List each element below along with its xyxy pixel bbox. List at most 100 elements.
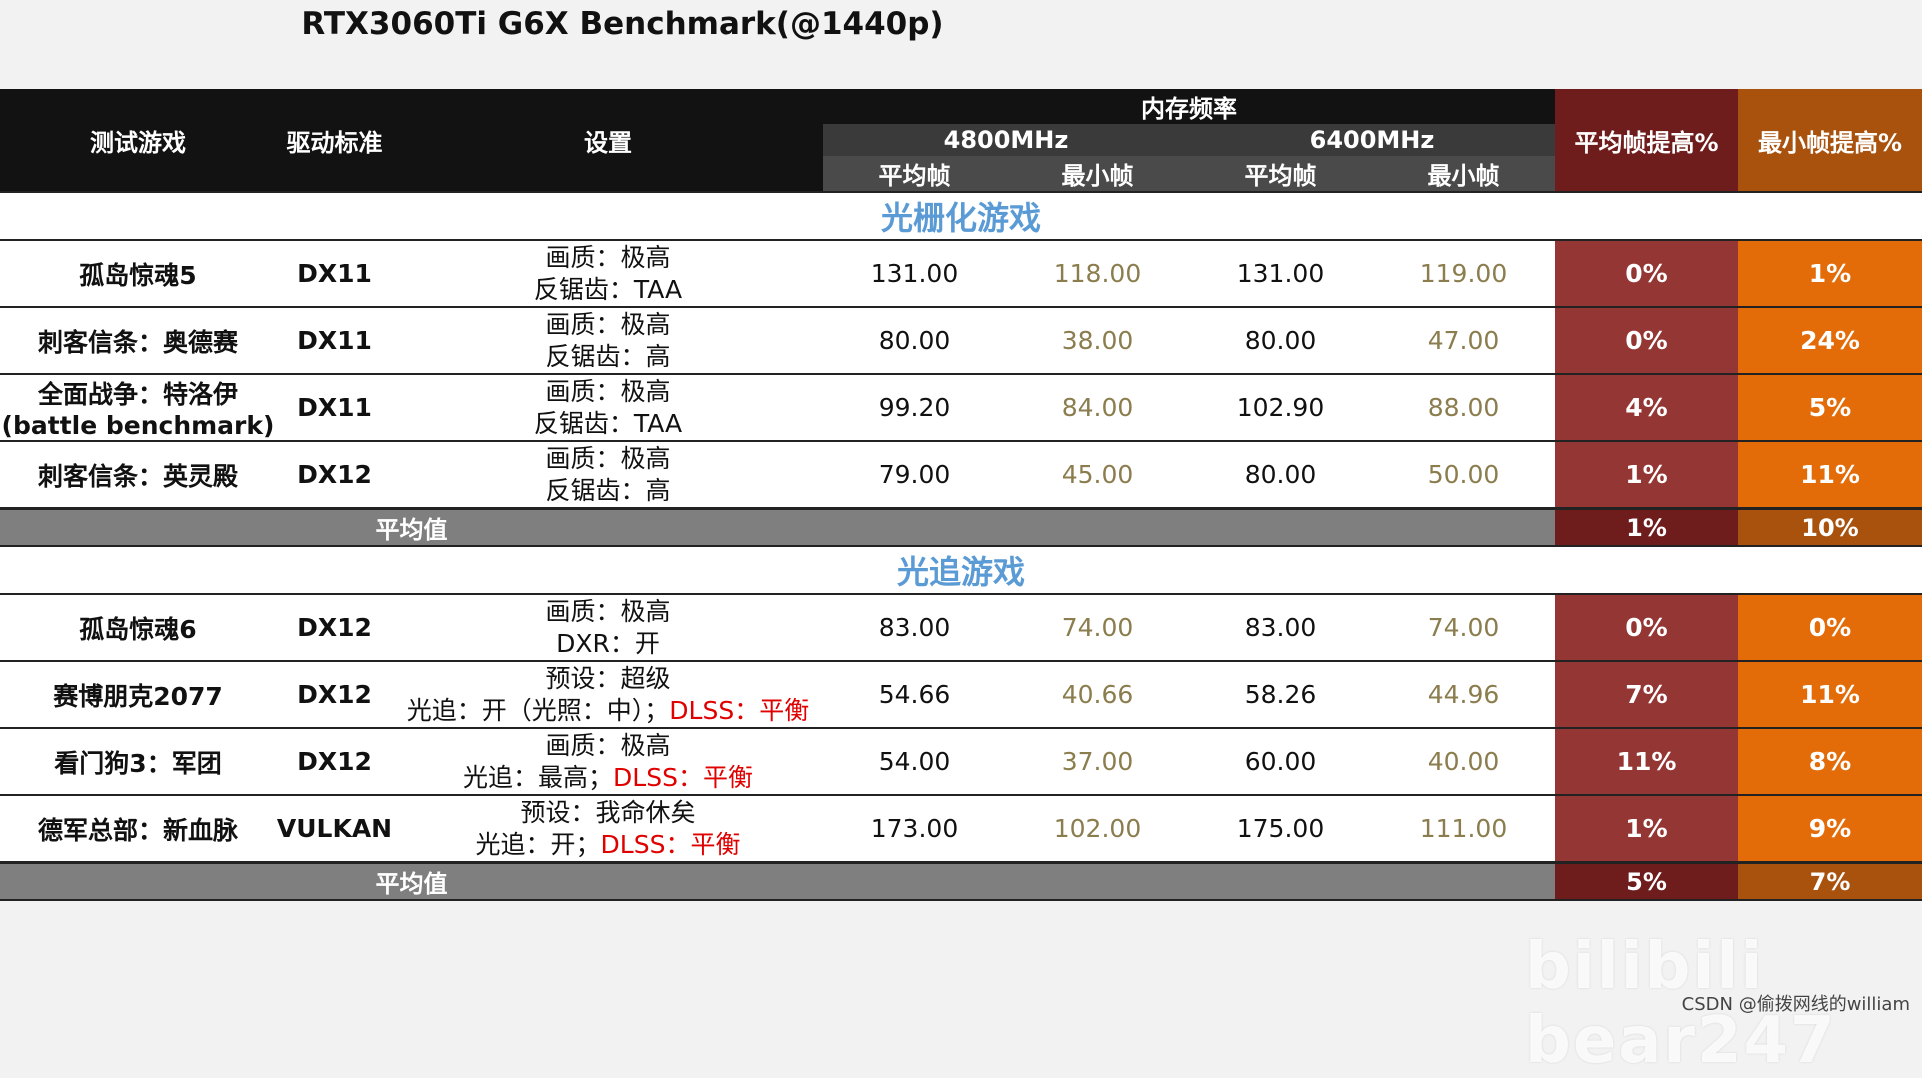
summary-avg-gain: 5% <box>1555 861 1738 901</box>
header-min-fps-4800: 最小帧 <box>1006 156 1189 192</box>
min-fps-4800: 84.00 <box>1006 373 1189 441</box>
avg-gain-cell: 11% <box>1555 727 1738 795</box>
min-fps-4800: 102.00 <box>1006 794 1189 863</box>
summary-min-gain: 7% <box>1738 861 1922 901</box>
min-fps-4800: 37.00 <box>1006 727 1189 795</box>
game-name: 全面战争：特洛伊 (battle benchmark) <box>0 373 276 441</box>
header-memory: 内存频率 <box>823 89 1555 124</box>
table-header: 测试游戏 驱动标准 设置 内存频率 平均帧提高% 最小帧提高% 4800MHz … <box>0 89 1922 192</box>
game-name: 德军总部：新血脉 <box>0 794 276 863</box>
avg-fps-6400: 102.90 <box>1189 373 1372 441</box>
setting-line-2-text: 反锯齿：高 <box>545 475 671 505</box>
summary-label-text: 平均值 <box>375 516 448 544</box>
dlss-setting: DLSS：平衡 <box>669 695 810 725</box>
min-fps-6400: 40.00 <box>1372 727 1555 795</box>
summary-row: 平均值 5% 7% <box>0 861 1922 901</box>
table-row: 赛博朋克2077 DX12 预设：超级 光追：开（光照：中）；DLSS：平衡 5… <box>0 660 1922 728</box>
avg-gain-cell: 1% <box>1555 794 1738 863</box>
min-fps-4800: 38.00 <box>1006 306 1189 374</box>
setting-line-2-text: 光追：最高； <box>463 762 614 792</box>
table-row: 刺客信条：奥德赛 DX11 画质：极高 反锯齿：高 80.00 38.00 80… <box>0 306 1922 374</box>
api-cell: DX12 <box>276 593 393 661</box>
game-name: 刺客信条：奥德赛 <box>0 306 276 374</box>
summary-blank <box>823 507 1555 547</box>
setting-line-2: 光追：开；DLSS：平衡 <box>393 829 823 861</box>
setting-line-2: 反锯齿：高 <box>393 475 823 507</box>
min-fps-6400: 88.00 <box>1372 373 1555 441</box>
game-name: 看门狗3：军团 <box>0 727 276 795</box>
settings-cell: 预设：我命休矣 光追：开；DLSS：平衡 <box>393 794 823 863</box>
avg-fps-4800: 54.66 <box>823 660 1006 728</box>
summary-blank <box>823 861 1555 901</box>
settings-cell: 画质：极高 反锯齿：TAA <box>393 239 823 307</box>
table-row: 孤岛惊魂5 DX11 画质：极高 反锯齿：TAA 131.00 118.00 1… <box>0 239 1922 307</box>
setting-line-1: 画质：极高 <box>545 309 671 339</box>
game-name-main: 赛博朋克2077 <box>53 681 223 711</box>
setting-line-2: 反锯齿：TAA <box>393 408 823 440</box>
api-cell: VULKAN <box>276 794 393 863</box>
table-row: 德军总部：新血脉 VULKAN 预设：我命休矣 光追：开；DLSS：平衡 173… <box>0 794 1922 863</box>
setting-line-2-text: 光追：开； <box>475 829 601 859</box>
avg-fps-6400: 80.00 <box>1189 440 1372 509</box>
table-row: 看门狗3：军团 DX12 画质：极高 光追：最高；DLSS：平衡 54.00 3… <box>0 727 1922 795</box>
game-name-main: 孤岛惊魂6 <box>79 614 197 644</box>
avg-fps-6400: 131.00 <box>1189 239 1372 307</box>
setting-line-2: 光追：开（光照：中）；DLSS：平衡 <box>393 695 823 727</box>
header-freq-4800: 4800MHz <box>823 124 1189 156</box>
summary-label-text: 平均值 <box>375 870 448 898</box>
min-fps-6400: 119.00 <box>1372 239 1555 307</box>
setting-line-2-text: 反锯齿：TAA <box>533 408 683 438</box>
setting-line-1: 画质：极高 <box>545 443 671 473</box>
avg-gain-cell: 0% <box>1555 239 1738 307</box>
avg-fps-4800: 131.00 <box>823 239 1006 307</box>
game-name-main: 全面战争：特洛伊 <box>37 380 238 409</box>
avg-fps-6400: 80.00 <box>1189 306 1372 374</box>
avg-fps-6400: 83.00 <box>1189 593 1372 661</box>
min-fps-6400: 44.96 <box>1372 660 1555 728</box>
header-api: 驱动标准 <box>276 89 393 192</box>
api-cell: DX11 <box>276 306 393 374</box>
table-row: 孤岛惊魂6 DX12 画质：极高 DXR：开 83.00 74.00 83.00… <box>0 593 1922 661</box>
setting-line-1: 画质：极高 <box>545 730 671 760</box>
settings-cell: 预设：超级 光追：开（光照：中）；DLSS：平衡 <box>393 660 823 728</box>
min-gain-cell: 1% <box>1738 239 1922 307</box>
header-avg-gain: 平均帧提高% <box>1555 89 1738 192</box>
avg-fps-6400: 175.00 <box>1189 794 1372 863</box>
setting-line-2-text: 反锯齿：TAA <box>533 274 683 304</box>
min-gain-cell: 24% <box>1738 306 1922 374</box>
api-cell: DX12 <box>276 440 393 509</box>
min-fps-6400: 47.00 <box>1372 306 1555 374</box>
settings-cell: 画质：极高 反锯齿：高 <box>393 306 823 374</box>
setting-line-1: 预设：我命休矣 <box>520 797 696 827</box>
min-gain-cell: 0% <box>1738 593 1922 661</box>
setting-line-2-text: 光追：开（光照：中）； <box>406 695 670 725</box>
min-fps-4800: 74.00 <box>1006 593 1189 661</box>
summary-row: 平均值 1% 10% <box>0 507 1922 547</box>
avg-gain-cell: 0% <box>1555 306 1738 374</box>
avg-fps-6400: 60.00 <box>1189 727 1372 795</box>
settings-cell: 画质：极高 反锯齿：TAA <box>393 373 823 441</box>
summary-label: 平均值 <box>0 861 823 901</box>
table-row: 刺客信条：英灵殿 DX12 画质：极高 反锯齿：高 79.00 45.00 80… <box>0 440 1922 509</box>
min-fps-4800: 40.66 <box>1006 660 1189 728</box>
header-game: 测试游戏 <box>0 89 276 192</box>
avg-gain-cell: 7% <box>1555 660 1738 728</box>
dlss-setting: DLSS：平衡 <box>613 762 753 792</box>
api-cell: DX12 <box>276 727 393 795</box>
header-avg-fps-4800: 平均帧 <box>823 156 1006 192</box>
min-gain-cell: 5% <box>1738 373 1922 441</box>
setting-line-2: 反锯齿：TAA <box>393 274 823 306</box>
game-name: 孤岛惊魂5 <box>0 239 276 307</box>
dlss-setting: DLSS：平衡 <box>600 829 741 859</box>
table-row: 全面战争：特洛伊 (battle benchmark) DX11 画质：极高 反锯… <box>0 373 1922 441</box>
min-fps-6400: 50.00 <box>1372 440 1555 509</box>
summary-avg-gain: 1% <box>1555 507 1738 547</box>
avg-gain-cell: 4% <box>1555 373 1738 441</box>
summary-min-gain: 10% <box>1738 507 1922 547</box>
setting-line-2-text: 反锯齿：高 <box>545 341 671 371</box>
setting-line-2: DXR：开 <box>393 628 823 660</box>
setting-line-1: 画质：极高 <box>545 242 671 272</box>
min-fps-4800: 118.00 <box>1006 239 1189 307</box>
avg-fps-4800: 99.20 <box>823 373 1006 441</box>
api-cell: DX12 <box>276 660 393 728</box>
